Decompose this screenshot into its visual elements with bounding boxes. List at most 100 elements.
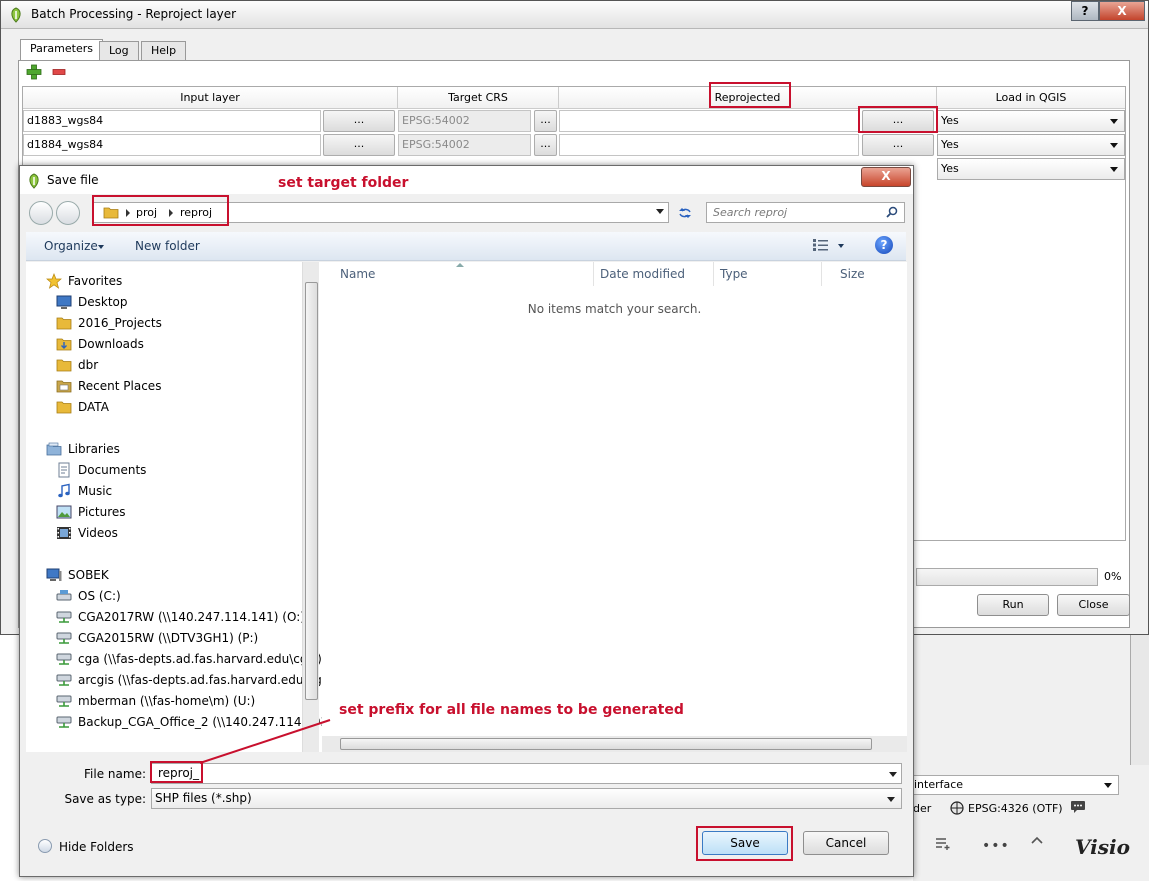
browse-input-button[interactable]: ... [323, 134, 395, 156]
network-drive-icon [56, 632, 72, 644]
reprojected-output-cell[interactable] [559, 110, 859, 132]
nav-item-label: Music [78, 484, 113, 498]
forward-button[interactable] [56, 201, 80, 225]
save-as-type-select[interactable]: SHP files (*.shp) [151, 788, 902, 809]
scrollbar-thumb[interactable] [340, 738, 872, 750]
downloads-folder-icon [56, 338, 72, 351]
search-input[interactable]: Search reproj [706, 202, 905, 223]
file-list: Name Date modified Type Size No items ma… [322, 262, 907, 752]
messages-icon[interactable] [1070, 800, 1086, 814]
dialog-toolbar: Organize New folder ? [26, 232, 906, 261]
help-icon[interactable]: ? [875, 236, 893, 254]
add-list-icon[interactable] [935, 836, 951, 850]
chevron-down-icon [1104, 783, 1112, 788]
help-button[interactable]: ? [1071, 1, 1099, 21]
render-label: der [913, 802, 932, 815]
interface-select[interactable]: interface [913, 775, 1119, 795]
network-drive-icon [56, 611, 72, 623]
file-list-horizontal-scrollbar[interactable] [322, 736, 907, 752]
browse-crs-button[interactable]: ... [534, 110, 557, 132]
nav-computer-label: SOBEK [68, 568, 109, 582]
chevron-down-icon [98, 245, 104, 249]
nav-item-label: arcgis (\\fas-depts.ad.fas.harvard.edu\c… [78, 673, 337, 687]
remove-row-icon[interactable] [52, 66, 66, 78]
header-input-layer: Input layer [23, 87, 398, 109]
save-as-type-label: Save as type: [64, 792, 146, 806]
add-row-icon[interactable] [26, 64, 42, 80]
dialog-close-button[interactable]: X [861, 167, 911, 187]
organize-menu[interactable]: Organize [44, 239, 98, 253]
column-header-type[interactable]: Type [702, 262, 822, 286]
panel-scrollbar[interactable] [1130, 635, 1149, 765]
close-dialog-button[interactable]: Close [1057, 594, 1130, 616]
dialog-titlebar[interactable]: Save file X [20, 166, 913, 194]
tab-help[interactable]: Help [141, 41, 187, 60]
input-layer-cell[interactable]: d1883_wgs84 [23, 110, 321, 132]
chevron-down-icon [1110, 119, 1118, 124]
chevron-down-icon [887, 797, 895, 802]
nav-item-label: 2016_Projects [78, 316, 162, 330]
load-value: Yes [941, 138, 959, 151]
crs-status[interactable]: EPSG:4326 (OTF) [968, 802, 1063, 815]
computer-icon [46, 568, 62, 581]
tab-parameters[interactable]: Parameters [20, 39, 103, 61]
music-icon [58, 483, 70, 498]
search-icon[interactable] [886, 206, 898, 218]
network-drive-icon [56, 695, 72, 707]
header-target-crs: Target CRS [398, 87, 559, 109]
chevron-down-icon[interactable] [838, 244, 844, 248]
network-drive-icon [56, 653, 72, 665]
scrollbar-thumb[interactable] [305, 282, 318, 700]
browse-input-button[interactable]: ... [323, 110, 395, 132]
nav-item-label: DATA [78, 400, 109, 414]
chevron-down-icon[interactable] [889, 772, 897, 777]
chevron-up-icon[interactable] [1030, 834, 1044, 846]
libraries-icon [46, 442, 62, 456]
back-button[interactable] [29, 201, 53, 225]
annotation-highlight-save [696, 826, 793, 861]
more-icon[interactable]: ••• [982, 838, 1010, 854]
hide-folders-button[interactable]: Hide Folders [59, 840, 134, 854]
annotation-highlight-reprojected [709, 82, 791, 108]
chevron-up-icon[interactable] [38, 839, 52, 853]
watermark-logo: Visio [1075, 835, 1130, 859]
navigation-pane: Favorites Desktop 2016_Projects Download… [26, 262, 341, 752]
column-header-size[interactable]: Size [822, 262, 907, 286]
load-in-qgis-select[interactable]: Yes [937, 158, 1125, 180]
annotation-target-folder: set target folder [278, 175, 409, 191]
nav-item-label: OS (C:) [78, 589, 121, 603]
globe-icon[interactable] [950, 801, 964, 815]
annotation-highlight-browse-output [858, 106, 938, 133]
file-name-input[interactable]: reproj_ [151, 763, 902, 784]
column-header-date-modified[interactable]: Date modified [582, 262, 714, 286]
batch-titlebar[interactable]: Batch Processing - Reproject layer [1, 1, 1148, 29]
recent-places-icon [56, 380, 72, 393]
run-button[interactable]: Run [977, 594, 1049, 616]
load-in-qgis-select[interactable]: Yes [937, 134, 1125, 156]
nav-item-label: Videos [78, 526, 118, 540]
nav-item-label: Recent Places [78, 379, 162, 393]
browse-crs-button[interactable]: ... [534, 134, 557, 156]
chevron-down-icon [1110, 167, 1118, 172]
progress-percent: 0% [1104, 570, 1122, 583]
view-options-icon[interactable] [812, 238, 830, 252]
browse-output-button[interactable]: ... [862, 134, 934, 156]
nav-pane-scrollbar[interactable] [302, 262, 319, 752]
cancel-button[interactable]: Cancel [803, 831, 889, 855]
progress-bar [916, 568, 1098, 586]
refresh-icon[interactable] [676, 204, 694, 222]
load-in-qgis-select[interactable]: Yes [937, 110, 1125, 132]
load-value: Yes [941, 162, 959, 175]
reprojected-output-cell[interactable] [559, 134, 859, 156]
annotation-prefix: set prefix for all file names to be gene… [339, 702, 684, 718]
new-folder-button[interactable]: New folder [135, 239, 200, 253]
input-layer-cell[interactable]: d1884_wgs84 [23, 134, 321, 156]
videos-icon [57, 527, 71, 539]
target-crs-cell[interactable]: EPSG:54002 [398, 134, 531, 156]
target-crs-cell[interactable]: EPSG:54002 [398, 110, 531, 132]
chevron-down-icon[interactable] [656, 209, 664, 214]
save-as-type-value: SHP files (*.shp) [155, 791, 252, 805]
tab-log[interactable]: Log [99, 41, 139, 60]
sort-ascending-icon [456, 263, 464, 267]
close-button[interactable]: X [1099, 1, 1145, 21]
